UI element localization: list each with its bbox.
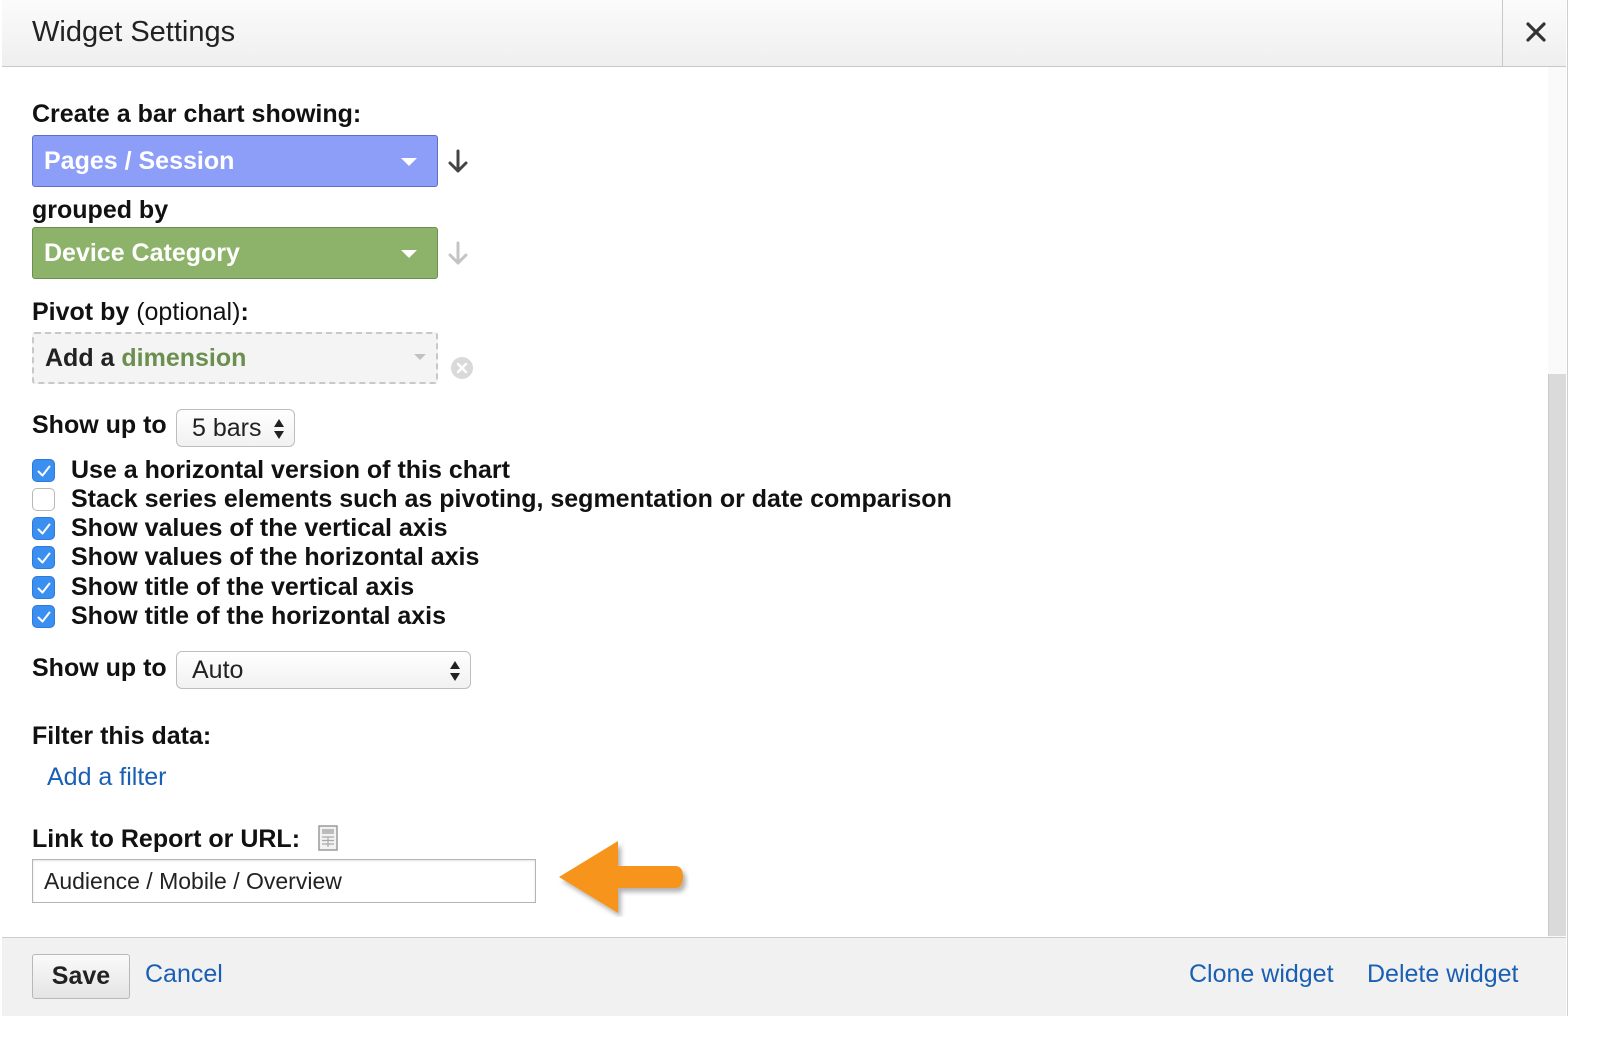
check-icon: [37, 582, 51, 594]
checkbox-checked[interactable]: [32, 517, 55, 540]
checkbox-checked[interactable]: [32, 546, 55, 569]
chevron-down-icon: [414, 354, 426, 360]
check-icon: [37, 611, 51, 623]
checkbox-label: Stack series elements such as pivoting, …: [71, 485, 952, 513]
check-icon: [37, 552, 51, 564]
show-up-to-label: Show up to: [32, 411, 167, 439]
dialog-body: Create a bar chart showing: Pages / Sess…: [0, 67, 1548, 937]
delete-widget-link[interactable]: Delete widget: [1367, 960, 1518, 989]
check-icon: [37, 523, 51, 535]
dimension-select-value: Device Category: [44, 239, 240, 267]
pivot-label-colon: :: [240, 298, 249, 326]
metric-select[interactable]: Pages / Session: [32, 135, 438, 187]
close-icon[interactable]: [1521, 17, 1551, 47]
pivot-dimension-select[interactable]: Add a dimension: [32, 332, 438, 384]
sort-arrow-down-icon[interactable]: [447, 149, 469, 175]
checkbox-unchecked[interactable]: [32, 488, 55, 511]
dialog-titlebar: Widget Settings: [2, 0, 1566, 67]
checkbox-label: Use a horizontal version of this chart: [71, 456, 510, 484]
pivot-label-bold: Pivot by: [32, 298, 130, 326]
chevron-down-icon: [401, 158, 417, 166]
stepper-arrows-icon: [450, 661, 460, 681]
checkbox-checked[interactable]: [32, 459, 55, 482]
report-picker-icon[interactable]: [318, 825, 338, 851]
filter-label: Filter this data:: [32, 722, 212, 750]
dialog-footer: Save Cancel Clone widget Delete widget: [2, 937, 1566, 1016]
sort-arrow-down-icon-disabled: [448, 241, 468, 265]
checkbox-checked[interactable]: [32, 605, 55, 628]
widget-settings-dialog: Widget Settings Create a bar chart showi…: [0, 0, 1568, 1016]
save-button[interactable]: Save: [32, 954, 130, 999]
pivot-placeholder-prefix: Add a: [45, 344, 115, 372]
metric-label: Create a bar chart showing:: [32, 100, 362, 128]
remove-circle-icon[interactable]: [450, 356, 474, 380]
pivot-label: Pivot by (optional):: [32, 298, 249, 327]
close-button[interactable]: [1502, 0, 1566, 66]
scrollbar-thumb[interactable]: [1548, 374, 1566, 936]
pivot-placeholder-word: dimension: [121, 344, 247, 372]
annotation-arrow-left-icon: [559, 841, 683, 913]
bar-count-value: 5 bars: [192, 414, 262, 442]
check-icon: [37, 465, 51, 477]
clone-widget-link[interactable]: Clone widget: [1189, 960, 1334, 989]
bar-count-select[interactable]: 5 bars: [176, 409, 295, 447]
link-label: Link to Report or URL:: [32, 825, 301, 853]
checkbox-label: Show title of the horizontal axis: [71, 602, 447, 630]
checkbox-label: Show values of the horizontal axis: [71, 543, 480, 571]
metric-select-value: Pages / Session: [44, 147, 235, 175]
checkbox-checked[interactable]: [32, 576, 55, 599]
cancel-link[interactable]: Cancel: [145, 960, 223, 989]
report-url-input[interactable]: [32, 859, 536, 903]
dialog-title: Widget Settings: [32, 16, 236, 48]
axis-count-select[interactable]: Auto: [176, 651, 471, 689]
axis-count-value: Auto: [192, 656, 244, 684]
stepper-arrows-icon: [274, 419, 284, 439]
checkbox-label: Show values of the vertical axis: [71, 514, 448, 542]
add-filter-link[interactable]: Add a filter: [47, 763, 167, 792]
group-label: grouped by: [32, 196, 169, 224]
chevron-down-icon: [401, 250, 417, 258]
show-up-to-label-2: Show up to: [32, 654, 167, 682]
pivot-label-optional: (optional): [136, 298, 241, 326]
dimension-select[interactable]: Device Category: [32, 227, 438, 279]
checkbox-label: Show title of the vertical axis: [71, 573, 415, 601]
